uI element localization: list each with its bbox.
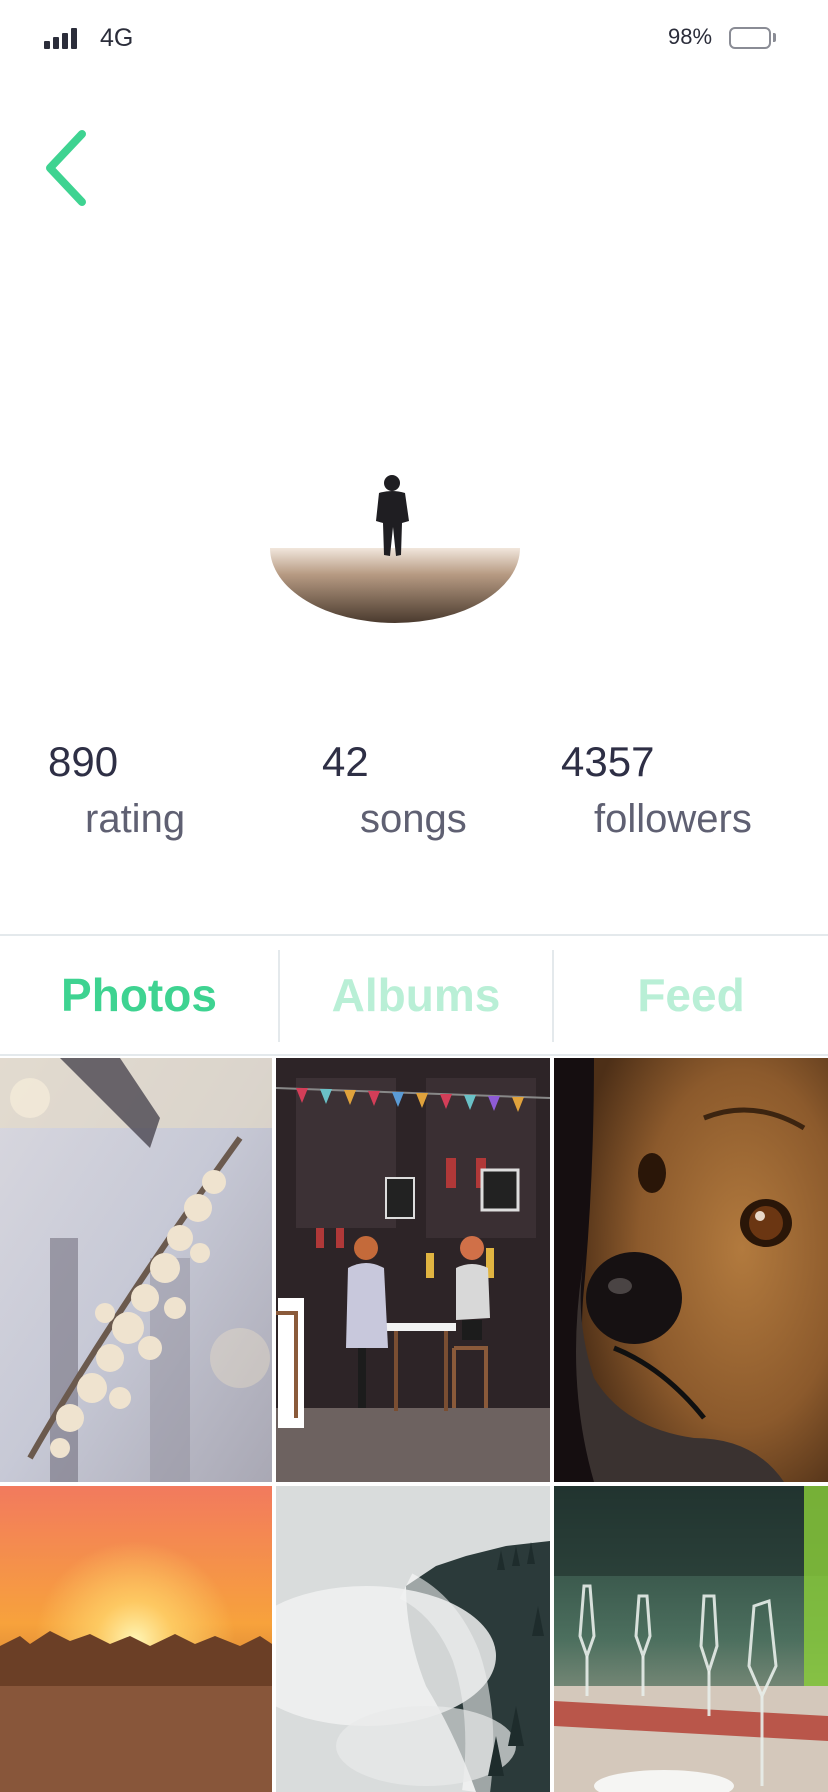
- photo-blossom-branch[interactable]: [0, 1058, 272, 1482]
- tab-photos[interactable]: Photos: [0, 936, 278, 1054]
- tab-albums[interactable]: Albums: [280, 936, 552, 1054]
- stat-rating-label: rating: [85, 797, 186, 841]
- battery-percentage: 98%: [668, 24, 713, 49]
- stat-followers-label: followers: [594, 797, 752, 841]
- photo-cafe-terrace[interactable]: [276, 1058, 550, 1482]
- avatar: [270, 475, 520, 673]
- battery-icon: [729, 27, 771, 49]
- battery-tip: [773, 33, 776, 42]
- photo-grid: [0, 1058, 828, 1792]
- photo-misty-forest[interactable]: [276, 1486, 550, 1792]
- stat-rating-value: 890: [48, 738, 119, 785]
- network-type: 4G: [100, 24, 134, 52]
- stat-songs-label: songs: [360, 797, 467, 841]
- chevron-left-icon: [46, 130, 86, 206]
- photo-wine-glasses[interactable]: [554, 1486, 828, 1792]
- stat-songs-value: 42: [322, 738, 369, 785]
- back-button[interactable]: [40, 128, 96, 208]
- photo-sunset-forest[interactable]: [0, 1486, 272, 1792]
- status-bar: 4G 98%: [0, 0, 828, 80]
- signal-strength-icon: [44, 27, 80, 49]
- content-tabs: Photos Albums Feed: [0, 934, 828, 1056]
- tab-feed[interactable]: Feed: [554, 936, 828, 1054]
- profile-screen: 4G 98% 890 rating 42 songs 4357 follower…: [0, 0, 828, 1792]
- photo-dog-closeup[interactable]: [554, 1058, 828, 1482]
- stat-followers-value: 4357: [561, 738, 655, 785]
